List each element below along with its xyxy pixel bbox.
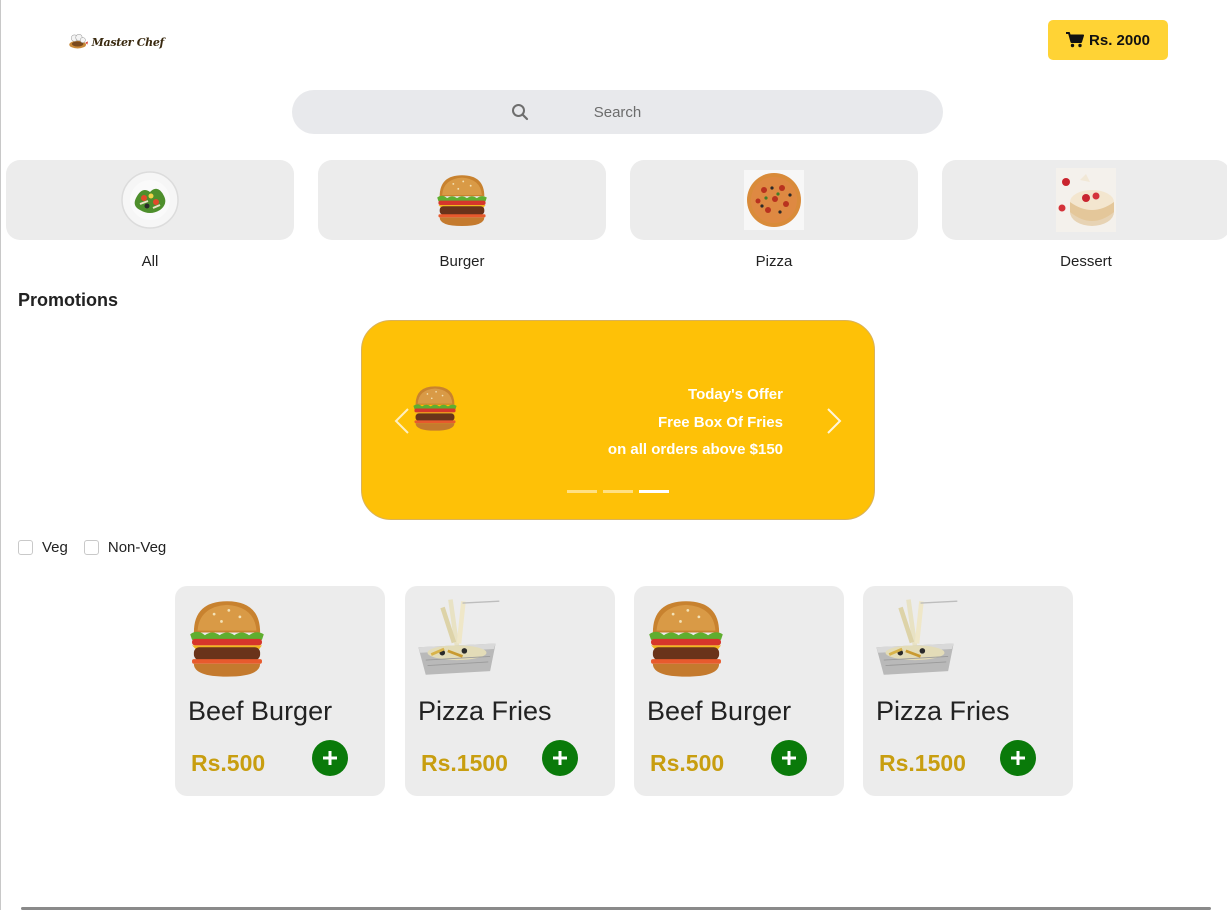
search-bar <box>292 90 943 134</box>
promo-line-fries: Free Box Of Fries <box>657 413 783 431</box>
category-tile-dessert[interactable] <box>942 160 1227 240</box>
add-to-cart-button[interactable] <box>312 740 348 776</box>
horizontal-scrollbar[interactable] <box>1 906 1227 910</box>
carousel-next-arrow-icon[interactable] <box>824 407 844 435</box>
category-tile-all[interactable] <box>6 160 294 240</box>
category-label: Dessert <box>1060 253 1112 270</box>
carousel-indicators <box>567 490 669 493</box>
category-tile-burger[interactable] <box>318 160 606 240</box>
product-price: Rs.1500 <box>421 750 508 776</box>
non-veg-checkbox[interactable] <box>83 540 99 555</box>
category-all: All <box>6 160 294 270</box>
filter-label: Veg <box>42 539 68 556</box>
fries-tray-icon <box>411 592 503 684</box>
product-price: Rs.500 <box>650 750 725 776</box>
promo-line-condition: on all orders above $150 <box>607 441 783 458</box>
burger-icon <box>640 592 732 684</box>
master-chef-logo[interactable]: Master Chef <box>68 28 164 56</box>
product-card: Beef Burger Rs.500 <box>175 586 385 796</box>
add-to-cart-button[interactable] <box>542 740 578 776</box>
chef-hat-icon <box>69 34 88 49</box>
carousel-prev-arrow-icon[interactable] <box>392 407 412 435</box>
category-burger: Burger <box>318 160 606 270</box>
diet-filters: Veg Non-Veg <box>18 539 182 556</box>
product-name: Pizza Fries <box>418 696 552 726</box>
burger-icon <box>181 592 273 684</box>
shopping-cart-icon <box>1066 32 1085 48</box>
category-label: Pizza <box>755 253 793 270</box>
plus-icon <box>782 751 796 765</box>
cart-total: Rs. 2000 <box>1089 31 1150 49</box>
add-to-cart-button[interactable] <box>771 740 807 776</box>
filter-label: Non-Veg <box>107 539 167 556</box>
filter-non-veg[interactable]: Non-Veg <box>83 539 167 556</box>
plus-icon <box>1011 751 1025 765</box>
search-input[interactable] <box>292 90 943 134</box>
salad-icon <box>121 171 179 229</box>
product-card: Pizza Fries Rs.1500 <box>863 586 1073 796</box>
carousel-indicator-active[interactable] <box>639 490 669 493</box>
burger-icon <box>404 381 466 435</box>
veg-checkbox[interactable] <box>18 540 33 555</box>
product-price: Rs.500 <box>191 750 266 776</box>
category-dessert: Dessert <box>942 160 1227 270</box>
pizza-icon <box>744 170 804 230</box>
product-card: Pizza Fries Rs.1500 <box>405 586 615 796</box>
plus-icon <box>323 751 337 765</box>
cart-button[interactable]: Rs. 2000 <box>1048 20 1168 60</box>
promotions-title: Promotions <box>18 290 119 310</box>
promotions-carousel: Today's Offer Free Box Of Fries on all o… <box>361 320 875 520</box>
promo-text: Today's Offer Free Box Of Fries on all o… <box>608 381 783 464</box>
promo-line-offer: Today's Offer <box>688 386 783 403</box>
product-name: Beef Burger <box>647 696 792 726</box>
category-tile-pizza[interactable] <box>630 160 918 240</box>
filter-veg[interactable]: Veg <box>18 539 68 556</box>
carousel-indicator[interactable] <box>603 490 633 493</box>
product-price: Rs.1500 <box>879 750 966 776</box>
category-label: All <box>141 253 159 270</box>
add-to-cart-button[interactable] <box>1000 740 1036 776</box>
burger-icon <box>431 167 493 233</box>
plus-icon <box>553 751 567 765</box>
product-name: Pizza Fries <box>876 696 1010 726</box>
carousel-indicator[interactable] <box>567 490 597 493</box>
fries-tray-icon <box>869 592 961 684</box>
category-label: Burger <box>439 253 485 270</box>
category-pizza: Pizza <box>630 160 918 270</box>
product-name: Beef Burger <box>188 696 333 726</box>
logo-text: Master Chef <box>91 35 165 49</box>
product-card: Beef Burger Rs.500 <box>634 586 844 796</box>
dessert-icon <box>1056 168 1116 232</box>
